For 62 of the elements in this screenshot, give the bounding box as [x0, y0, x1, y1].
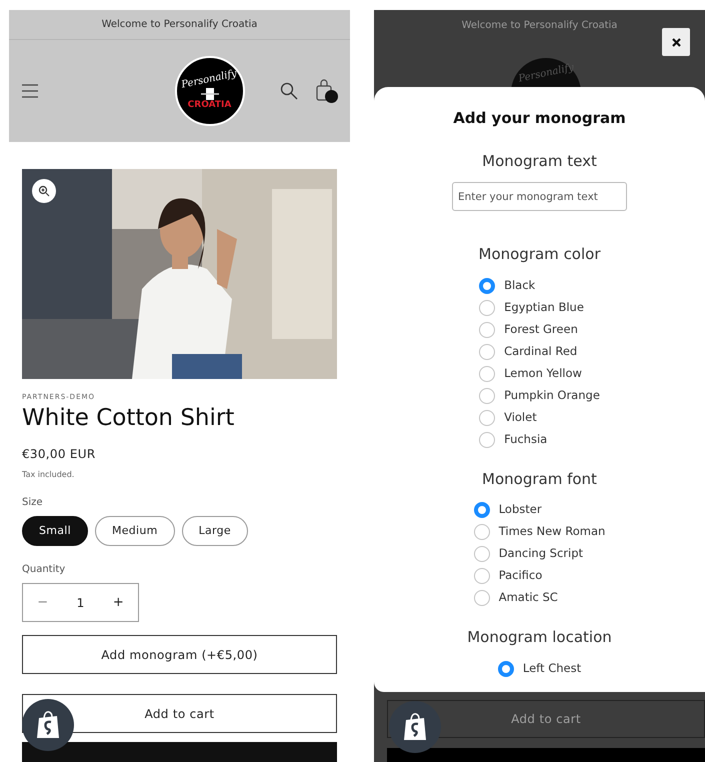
- radio-button[interactable]: [479, 278, 496, 294]
- radio-option[interactable]: Egyptian Blue: [479, 300, 600, 316]
- quantity-value: 1: [76, 594, 84, 612]
- radio-option[interactable]: Pumpkin Orange: [479, 388, 600, 404]
- quantity-label: Quantity: [22, 563, 66, 577]
- checkout-button[interactable]: [387, 748, 705, 762]
- shopping-bag-icon: [36, 711, 60, 739]
- radio-option[interactable]: Left Chest: [498, 660, 582, 676]
- radio-button[interactable]: [474, 524, 490, 540]
- announcement-text: Welcome to Personalify Croatia: [9, 10, 350, 40]
- radio-option[interactable]: Violet: [479, 410, 600, 426]
- section-heading: Monogram text: [482, 150, 597, 172]
- size-option[interactable]: Medium: [94, 516, 175, 546]
- section-heading: Monogram font: [482, 468, 597, 490]
- radio-option[interactable]: Times New Roman: [474, 524, 606, 540]
- size-label: Size: [22, 496, 44, 510]
- size-option[interactable]: Large: [182, 516, 248, 546]
- minus-button[interactable]: −: [37, 592, 48, 612]
- radio-button[interactable]: [479, 432, 496, 448]
- radio-option[interactable]: Dancing Script: [474, 546, 606, 562]
- shopping-bag-icon: [403, 713, 427, 741]
- add-to-cart-button[interactable]: Add to cart: [387, 700, 705, 738]
- cart-icon[interactable]: [316, 78, 338, 103]
- section-heading: Monogram location: [467, 627, 612, 648]
- quantity-field[interactable]: − 1 +: [22, 583, 139, 622]
- radio-option[interactable]: Black: [479, 278, 600, 294]
- announcement-text: Welcome to Personalify Croatia: [460, 18, 618, 32]
- close-icon: [672, 38, 680, 46]
- size-option[interactable]: Small: [22, 516, 88, 546]
- radio-option[interactable]: Amatic SC: [474, 590, 606, 606]
- menu-icon[interactable]: [21, 82, 39, 99]
- radio-button[interactable]: [479, 410, 496, 426]
- checkout-button[interactable]: [22, 742, 337, 762]
- monogram-button[interactable]: Add monogram (+€5,00): [22, 635, 337, 674]
- product-title: White Cotton Shirt: [22, 404, 236, 433]
- close-button[interactable]: [662, 28, 690, 56]
- section-heading: Monogram color: [478, 244, 600, 265]
- plus-button[interactable]: +: [112, 592, 124, 612]
- radio-option[interactable]: Lemon Yellow: [479, 366, 600, 382]
- radio-button[interactable]: [474, 590, 490, 606]
- logo-text: CROATIA: [188, 100, 232, 110]
- radio-button[interactable]: [474, 502, 490, 518]
- tax-note: Tax included.: [22, 469, 76, 481]
- radio-button[interactable]: [474, 546, 490, 562]
- radio-button[interactable]: [479, 388, 496, 404]
- price-text: €30,00 EUR: [22, 446, 97, 463]
- radio-button[interactable]: [479, 300, 496, 316]
- modal-title: Add your monogram: [453, 108, 626, 129]
- radio-button[interactable]: [498, 660, 514, 676]
- radio-button[interactable]: [479, 344, 496, 360]
- radio-button[interactable]: [479, 322, 496, 338]
- zoom-icon: [38, 184, 50, 197]
- radio-option[interactable]: Lobster: [474, 502, 606, 518]
- radio-button[interactable]: [479, 366, 496, 382]
- shop-button-overlay[interactable]: [22, 699, 74, 751]
- radio-option[interactable]: Pacifico: [474, 568, 606, 584]
- radio-option[interactable]: Cardinal Red: [479, 344, 600, 360]
- radio-button[interactable]: [474, 568, 490, 584]
- search-icon[interactable]: [280, 82, 298, 100]
- radio-option[interactable]: Fuchsia: [479, 432, 600, 448]
- monogram-text-field[interactable]: Enter your monogram text: [452, 182, 627, 211]
- radio-option[interactable]: Forest Green: [479, 322, 600, 338]
